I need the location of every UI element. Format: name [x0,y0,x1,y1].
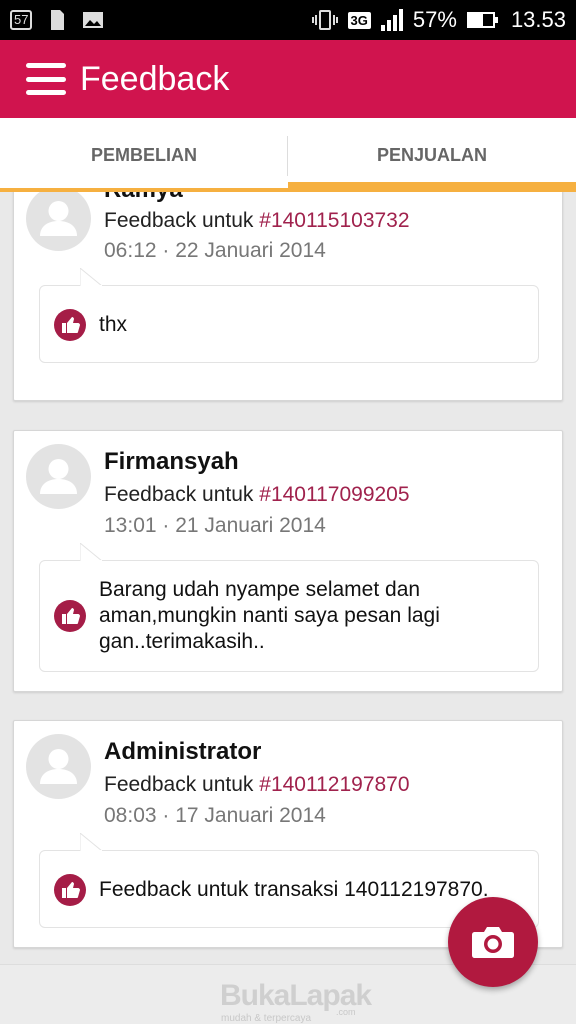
reviewer-name: Firmansyah [104,448,239,475]
feedback-list[interactable]: Ramya Feedback untuk #140115103732 06:12… [0,192,576,964]
brand-tagline: mudah & terpercaya [221,1013,312,1024]
camera-button[interactable] [448,897,538,987]
tab-label: PEMBELIAN [90,144,197,165]
signal-icon [380,9,403,31]
reviewer-name: Ramya [104,192,183,204]
clock: 13.53 [510,7,566,32]
tab-penjualan[interactable]: PENJUALAN [288,118,576,192]
tab-pembelian[interactable]: PEMBELIAN [0,118,288,192]
notification-count-icon: 57 [10,10,33,30]
image-icon [83,12,104,28]
hamburger-icon[interactable] [26,63,66,95]
feedback-message: Feedback untuk transaksi 140112197870. [99,878,489,901]
message-bubble: thx [39,268,539,363]
feedback-for-line: Feedback untuk #140112197870 [104,773,410,796]
feedback-time: 06:12 · 22 Januari 2014 [104,239,326,262]
feedback-message: Barang udah nyampe selamet dan aman,mung… [99,578,440,653]
camera-icon [472,927,514,958]
user-placeholder-icon [26,192,91,251]
user-placeholder-icon [26,444,91,509]
user-placeholder-icon [26,734,91,799]
feedback-card: Firmansyah Feedback untuk #140117099205 … [13,430,563,692]
vibrate-icon [311,10,338,30]
page-title: Feedback [80,59,230,98]
transaction-link[interactable]: #140117099205 [259,483,409,506]
feedback-time: 08:03 · 17 Januari 2014 [104,804,326,827]
tab-bar: PEMBELIAN PENJUALAN [0,118,576,192]
sd-card-icon [51,10,65,30]
transaction-link[interactable]: #140112197870 [259,773,409,796]
transaction-link[interactable]: #140115103732 [259,209,409,232]
feedback-time: 13:01 · 21 Januari 2014 [104,514,326,537]
battery-icon [466,12,498,28]
thumbs-up-icon [54,600,86,632]
battery-percent: 57% [412,7,457,32]
tab-indicator-active [288,182,576,192]
feedback-message: thx [99,313,128,336]
feedback-card: Ramya Feedback untuk #140115103732 06:12… [13,192,563,401]
tab-label: PENJUALAN [376,144,487,165]
status-bar: 57 3G 57% 13.53 [0,0,576,40]
app-bar: Feedback [0,40,576,118]
feedback-for-line: Feedback untuk #140115103732 [104,209,410,232]
thumbs-up-icon [54,309,86,341]
brand-suffix: .com [336,1007,356,1017]
feedback-for-line: Feedback untuk #140117099205 [104,483,410,506]
reviewer-name: Administrator [104,738,262,765]
thumbs-up-icon [54,874,86,906]
tab-divider [287,136,288,176]
network-3g-icon: 3G [347,11,371,29]
message-bubble: Barang udah nyampe selamet dan aman,mung… [39,543,539,672]
